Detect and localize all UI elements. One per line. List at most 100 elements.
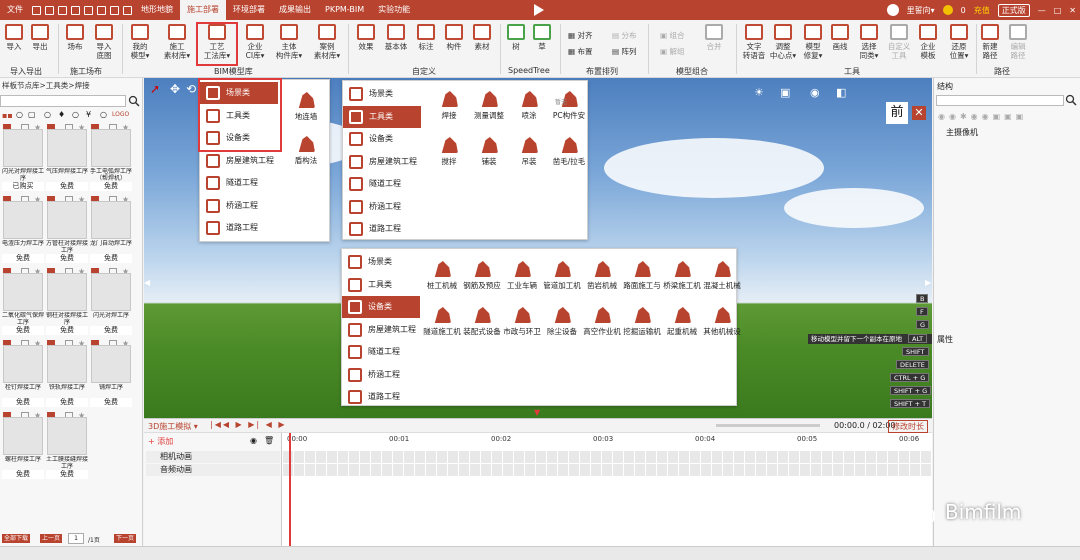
image-icon[interactable]: [110, 5, 119, 15]
menu-grid-item[interactable]: 凿毛/拉毛: [549, 137, 589, 167]
menu-category-item[interactable]: 桥涵工程: [342, 364, 420, 386]
export-button[interactable]: 导出: [30, 24, 50, 51]
audio-track[interactable]: [283, 464, 932, 476]
menu-grid-item[interactable]: 搅拌: [429, 137, 469, 167]
filter-price-icon[interactable]: ¥: [86, 110, 91, 119]
screenshot-icon[interactable]: ◉: [810, 86, 820, 99]
rotate-icon[interactable]: ⟲: [186, 82, 196, 96]
library-search-input[interactable]: [0, 95, 126, 107]
menu-grid-item[interactable]: 盾构法: [288, 136, 324, 166]
window-icon[interactable]: [123, 5, 132, 15]
case-library-button[interactable]: 案例 素材库▾: [310, 24, 344, 60]
material-button[interactable]: 素材: [470, 24, 494, 51]
process-library-button[interactable]: 工艺 工法库▾: [196, 22, 238, 66]
model-thumbnail[interactable]: [47, 417, 87, 455]
model-card[interactable]: ★ 手工电弧焊工序（帮焊机） 免费: [90, 123, 132, 191]
menu-grid-item[interactable]: 除尘设备: [542, 307, 582, 337]
text-to-speech-button[interactable]: 文字 转语音: [740, 24, 768, 60]
model-thumbnail[interactable]: [91, 345, 131, 383]
model-card[interactable]: ★ 闪光对焊焊接工序 已购买: [2, 123, 44, 191]
recharge-link[interactable]: 充值: [974, 5, 990, 16]
track-row[interactable]: 音频动画: [146, 464, 280, 476]
import-button[interactable]: 导入: [4, 24, 24, 51]
menu-grid-item[interactable]: 桩工机械: [422, 261, 462, 291]
eye-icon[interactable]: ◉: [250, 436, 257, 445]
menu-category-item[interactable]: 房屋建筑工程: [200, 150, 278, 172]
model-card[interactable]: ★ 电渣压力焊工序 免费: [2, 195, 44, 263]
menu-category-item[interactable]: 设备类: [343, 128, 421, 150]
layout-button[interactable]: ▦ 布置: [568, 46, 592, 57]
camera-view-icon[interactable]: ▣: [780, 86, 790, 99]
menu-grid-item[interactable]: 起重机械: [662, 307, 702, 337]
model-card[interactable]: ★ 龙门自动焊工序 免费: [90, 195, 132, 263]
model-thumbnail[interactable]: [47, 273, 87, 311]
ci-library-button[interactable]: 企业 CI库▾: [240, 24, 270, 60]
model-card[interactable]: ★ 铺焊工序 免费: [90, 339, 132, 407]
menu-grid-item[interactable]: 铺装: [469, 137, 509, 167]
menu-category-item[interactable]: 房屋建筑工程: [342, 319, 420, 341]
menu-grid-item[interactable]: 吊装: [509, 137, 549, 167]
component-button[interactable]: 构件: [442, 24, 466, 51]
my-model-button[interactable]: 我的 模型▾: [128, 24, 152, 60]
filter-radio[interactable]: ○: [72, 110, 79, 119]
model-thumbnail[interactable]: [3, 201, 43, 239]
filter-logo-icon[interactable]: LOGO: [112, 111, 129, 118]
menu-category-item[interactable]: 场景类: [343, 83, 421, 105]
collapse-bottom-icon[interactable]: ▼: [534, 408, 540, 417]
model-thumbnail[interactable]: [47, 201, 87, 239]
page-input[interactable]: 1: [68, 533, 84, 544]
model-thumbnail[interactable]: [91, 129, 131, 167]
menu-grid-item[interactable]: 路面施工与: [622, 261, 662, 291]
search-icon[interactable]: [1065, 94, 1077, 108]
redo-icon[interactable]: [97, 5, 106, 15]
prev-page-button[interactable]: 上一页: [40, 534, 63, 543]
minimize-icon[interactable]: —: [1038, 6, 1046, 15]
model-card[interactable]: ★ 气压焊焊接工序 免费: [46, 123, 88, 191]
menu-category-item[interactable]: 道路工程: [200, 217, 278, 239]
filter-box-icon[interactable]: ▢: [28, 110, 36, 119]
main-camera-item[interactable]: 主摄像机: [946, 127, 978, 138]
menu-category-item[interactable]: 工具类: [343, 105, 421, 128]
model-card[interactable]: ★ 二氧化碳气保焊工序 免费: [2, 267, 44, 335]
menu-grid-item[interactable]: 市政与环卫: [502, 307, 542, 337]
draw-line-button[interactable]: 画线: [830, 24, 850, 51]
menu-grid-item[interactable]: 工业车辆: [502, 261, 542, 291]
menu-category-item[interactable]: 道路工程: [342, 386, 420, 408]
construction-library-button[interactable]: 施工 素材库▾: [160, 24, 194, 60]
menu-grid-item[interactable]: 管道加工机: [542, 261, 582, 291]
select-similar-button[interactable]: 选择 同类▾: [856, 24, 882, 60]
menu-grid-item[interactable]: 喷涂: [509, 91, 549, 121]
collapse-left-icon[interactable]: ◀: [144, 278, 150, 287]
menu-category-item[interactable]: 桥涵工程: [343, 196, 421, 218]
tab-environment[interactable]: 环境部署: [226, 0, 272, 20]
view-cube-icon[interactable]: ◧: [836, 86, 846, 99]
model-thumbnail[interactable]: [3, 345, 43, 383]
menu-grid-item[interactable]: 凿岩机械: [582, 261, 622, 291]
save-as-icon[interactable]: [58, 5, 67, 15]
avatar[interactable]: [886, 4, 899, 16]
light-icon[interactable]: ☀: [754, 86, 764, 99]
settings-icon[interactable]: [71, 5, 80, 15]
undo-icon[interactable]: [84, 5, 93, 15]
model-thumbnail[interactable]: [91, 273, 131, 311]
tab-construction[interactable]: 施工部署: [180, 0, 226, 20]
time-slider[interactable]: [716, 424, 820, 427]
main-component-button[interactable]: 主体 构件库▾: [272, 24, 306, 60]
array-button[interactable]: ▤ 阵列: [612, 46, 636, 57]
structure-search-input[interactable]: [936, 95, 1064, 106]
structure-toolbar[interactable]: ◉◉✱◉◉▣▣▣: [938, 112, 1027, 121]
annotation-button[interactable]: 标注: [414, 24, 438, 51]
filter-person-icon[interactable]: ♦: [58, 110, 65, 119]
model-card[interactable]: ★ 铁轨焊接工序 免费: [46, 339, 88, 407]
play-icon[interactable]: [534, 4, 544, 16]
filter-radio[interactable]: ○: [44, 110, 51, 119]
model-card[interactable]: ★ 钢柱对接焊接工序 免费: [46, 267, 88, 335]
model-card[interactable]: ★ 栓钉焊接工序 免费: [2, 339, 44, 407]
tree-button[interactable]: 树: [506, 24, 526, 51]
model-thumbnail[interactable]: [3, 129, 43, 167]
next-page-button[interactable]: 下一页: [114, 534, 137, 543]
distribute-button[interactable]: ▤ 分布: [612, 30, 636, 41]
tab-pkpm[interactable]: PKPM-BIM: [318, 0, 371, 20]
save-icon[interactable]: [32, 5, 41, 15]
search-icon[interactable]: [128, 95, 141, 107]
